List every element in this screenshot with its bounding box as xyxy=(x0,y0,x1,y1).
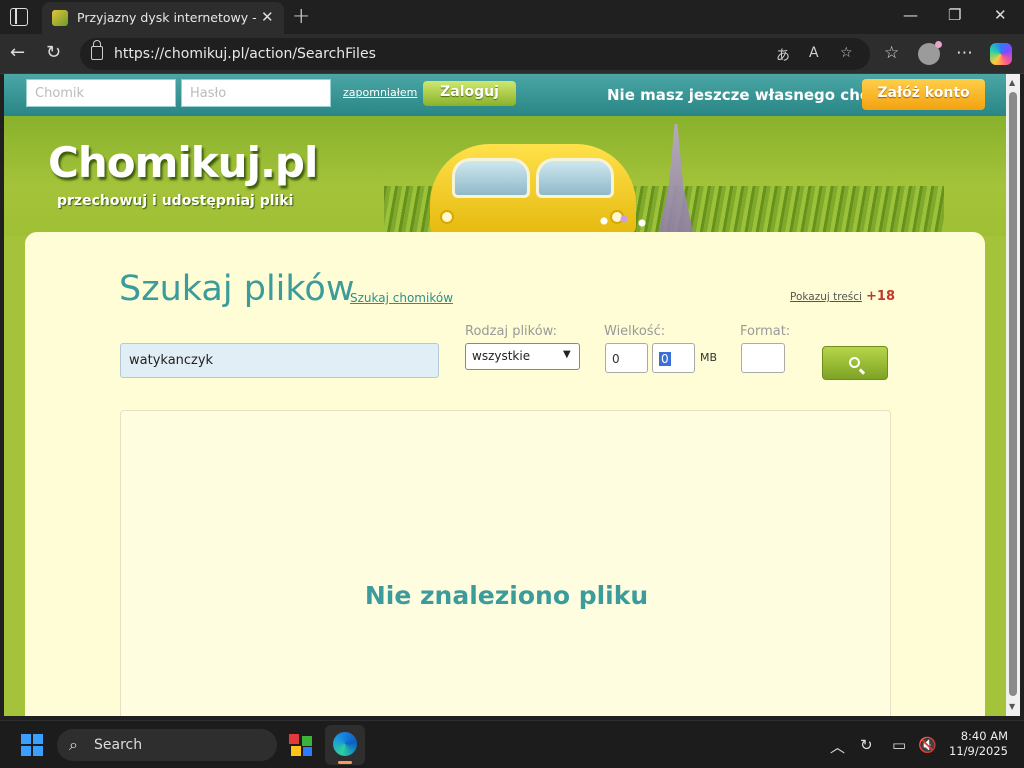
search-panel: Szukaj plików Szukaj chomików Pokazuj tr… xyxy=(25,232,985,716)
read-aloud-icon[interactable]: A xyxy=(809,45,819,61)
login-bar: Chomik Hasło zapomniałem Zaloguj Nie mas… xyxy=(4,74,1006,116)
minimize-icon[interactable]: — xyxy=(903,6,918,24)
profile-avatar[interactable] xyxy=(918,41,942,65)
taskbar-search[interactable]: ⌕ Search xyxy=(57,729,277,761)
browser-tab[interactable]: Przyjazny dysk internetowy - Chomikuj.pl… xyxy=(42,2,284,34)
address-bar: ← ↻ https://chomikuj.pl/action/SearchFil… xyxy=(0,34,1024,74)
display-icon[interactable]: ▭ xyxy=(892,736,906,754)
file-type-label: Rodzaj plików: xyxy=(465,324,557,339)
site-slogan: przechowuj i udostępniaj pliki xyxy=(57,193,294,209)
close-window-icon[interactable]: ✕ xyxy=(994,6,1007,24)
adult-badge: +18 xyxy=(866,289,895,304)
favorite-star-icon[interactable]: ☆ xyxy=(840,45,853,61)
url-text: https://chomikuj.pl/action/SearchFiles xyxy=(114,46,376,62)
site-info-icon[interactable] xyxy=(91,40,103,60)
edge-icon xyxy=(333,732,357,756)
search-input[interactable]: watykanczyk xyxy=(120,343,439,378)
active-indicator xyxy=(338,761,352,764)
clock-date: 11/9/2025 xyxy=(949,744,1008,758)
password-input[interactable]: Hasło xyxy=(181,79,331,107)
no-results-message: Nie znaleziono pliku xyxy=(364,581,649,610)
format-input[interactable] xyxy=(741,343,785,373)
chevron-down-icon: ▼ xyxy=(563,349,571,360)
new-tab-icon[interactable]: + xyxy=(292,4,310,29)
forgot-password-link[interactable]: zapomniałem xyxy=(343,86,417,99)
format-label: Format: xyxy=(740,324,791,339)
favorites-icon[interactable]: ☆ xyxy=(884,43,899,63)
login-button[interactable]: Zaloguj xyxy=(423,81,516,106)
translate-icon[interactable]: あ xyxy=(776,45,790,65)
clock-time: 8:40 AM xyxy=(960,729,1008,743)
start-icon[interactable] xyxy=(21,734,43,756)
back-icon[interactable]: ← xyxy=(10,42,25,63)
size-max-input[interactable]: 0 xyxy=(652,343,695,373)
eiffel-tower-image xyxy=(658,124,694,236)
header-banner: Chomikuj.pl przechowuj i udostępniaj pli… xyxy=(4,116,1006,236)
search-icon: ⌕ xyxy=(69,735,78,754)
scroll-thumb[interactable] xyxy=(1009,92,1017,696)
search-hamsters-link[interactable]: Szukaj chomików xyxy=(350,291,453,305)
flowers-image xyxy=(594,211,654,231)
results-area: Nie znaleziono pliku xyxy=(120,410,891,716)
search-button[interactable] xyxy=(822,346,888,380)
clock[interactable]: 8:40 AM 11/9/2025 xyxy=(948,729,1008,759)
page-title: Szukaj plików xyxy=(119,269,355,309)
size-max-value: 0 xyxy=(659,352,671,366)
tab-title: Przyjazny dysk internetowy - Chomikuj.pl xyxy=(77,10,257,25)
page-scrollbar[interactable]: ▲ ▼ xyxy=(1006,74,1020,716)
size-min-input[interactable]: 0 xyxy=(605,343,648,373)
refresh-icon[interactable]: ↻ xyxy=(46,42,61,63)
url-field[interactable]: https://chomikuj.pl/action/SearchFiles あ… xyxy=(80,38,870,70)
username-input[interactable]: Chomik xyxy=(26,79,176,107)
web-page: Chomik Hasło zapomniałem Zaloguj Nie mas… xyxy=(4,74,1006,716)
search-icon xyxy=(849,357,860,368)
site-logo[interactable]: Chomikuj.pl xyxy=(48,138,318,187)
favicon-icon xyxy=(52,10,68,26)
taskbar: ⌕ Search ︿ ↻ ▭ 🔇 8:40 AM 11/9/2025 xyxy=(0,720,1024,768)
chevron-up-icon[interactable]: ︿ xyxy=(830,736,845,757)
tab-actions-icon[interactable] xyxy=(10,8,28,26)
scroll-down-icon[interactable]: ▼ xyxy=(1009,702,1015,711)
register-button[interactable]: Załóż konto xyxy=(862,79,985,110)
scroll-up-icon[interactable]: ▲ xyxy=(1009,78,1015,87)
taskbar-search-label: Search xyxy=(94,737,143,753)
restore-icon[interactable]: ❐ xyxy=(948,6,961,24)
size-unit: MB xyxy=(700,351,718,364)
show-adult-content-link[interactable]: Pokazuj treści xyxy=(790,291,862,303)
edge-taskbar-button[interactable] xyxy=(325,725,365,765)
size-label: Wielkość: xyxy=(604,324,666,339)
more-menu-icon[interactable]: ⋯ xyxy=(956,43,973,63)
sync-icon[interactable]: ↻ xyxy=(860,736,873,754)
copilot-icon[interactable] xyxy=(990,43,1012,65)
volume-muted-icon[interactable]: 🔇 xyxy=(918,736,937,754)
browser-tab-bar: Przyjazny dysk internetowy - Chomikuj.pl… xyxy=(0,0,1024,34)
app-icon[interactable] xyxy=(289,734,313,756)
close-tab-icon[interactable]: ✕ xyxy=(261,8,274,26)
